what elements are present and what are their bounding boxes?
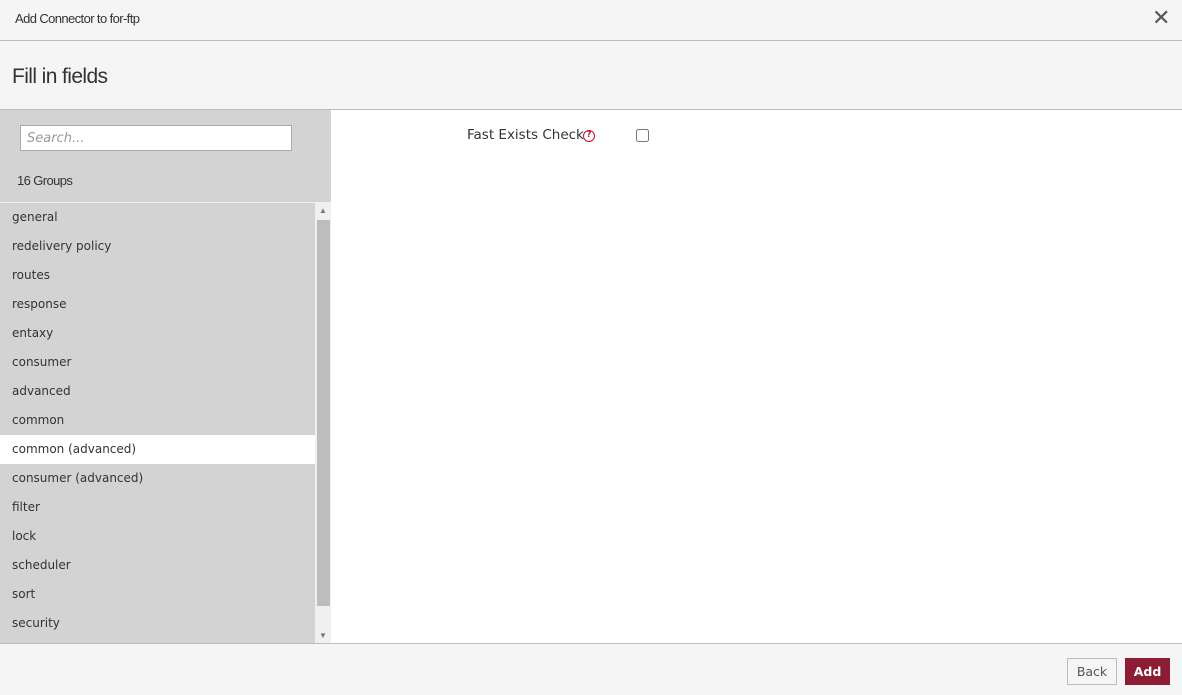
sidebar-item[interactable]: consumer (advanced)	[0, 464, 315, 493]
sidebar-item[interactable]: common (advanced)	[0, 435, 315, 464]
sidebar-item[interactable]: redelivery policy	[0, 232, 315, 261]
fields-panel: Fast Exists Check ?	[331, 110, 1182, 643]
fast-exists-check-label: Fast Exists Check	[467, 127, 584, 143]
dialog-subheader: Fill in fields	[0, 41, 1182, 110]
dialog-titlebar: Add Connector to for-ftp ✕	[0, 0, 1182, 41]
sidebar-item[interactable]: security	[0, 609, 315, 638]
page-title: Fill in fields	[12, 65, 108, 88]
groups-sidebar: 16 Groups generalredelivery policyroutes…	[0, 110, 331, 643]
scrollbar-thumb[interactable]	[317, 220, 330, 606]
sidebar-item[interactable]: scheduler	[0, 551, 315, 580]
sidebar-item[interactable]: entaxy	[0, 319, 315, 348]
dialog-title: Add Connector to for-ftp	[15, 11, 140, 26]
sidebar-item[interactable]: lock	[0, 522, 315, 551]
help-circle-icon[interactable]: ?	[583, 130, 595, 142]
search-input[interactable]	[20, 125, 292, 151]
scroll-down-arrow-icon[interactable]: ▼	[315, 628, 331, 643]
fast-exists-check-checkbox[interactable]	[636, 129, 649, 142]
groups-list-container: general redelivery policy routes response en…	[0, 202, 331, 643]
sidebar-item[interactable]: general	[0, 203, 315, 232]
sidebar-item[interactable]: sort	[0, 580, 315, 609]
groups-count: 16 Groups	[17, 173, 73, 188]
sidebar-item[interactable]: consumer	[0, 348, 315, 377]
dialog-footer: Back Add	[0, 643, 1182, 695]
close-icon[interactable]: ✕	[1152, 8, 1170, 30]
add-connector-dialog: Add Connector to for-ftp ✕ Fill in field…	[0, 0, 1182, 695]
scrollbar[interactable]: ▲ ▼	[315, 203, 331, 643]
scroll-up-arrow-icon[interactable]: ▲	[315, 203, 331, 219]
sidebar-item[interactable]: response	[0, 290, 315, 319]
sidebar-item[interactable]: advanced	[0, 377, 315, 406]
groups-list: general redelivery policy routes response en…	[0, 203, 315, 638]
sidebar-item[interactable]: routes	[0, 261, 315, 290]
sidebar-item[interactable]: filter	[0, 493, 315, 522]
add-button[interactable]: Add	[1125, 658, 1170, 685]
back-button[interactable]: Back	[1067, 658, 1117, 685]
sidebar-item[interactable]: common	[0, 406, 315, 435]
